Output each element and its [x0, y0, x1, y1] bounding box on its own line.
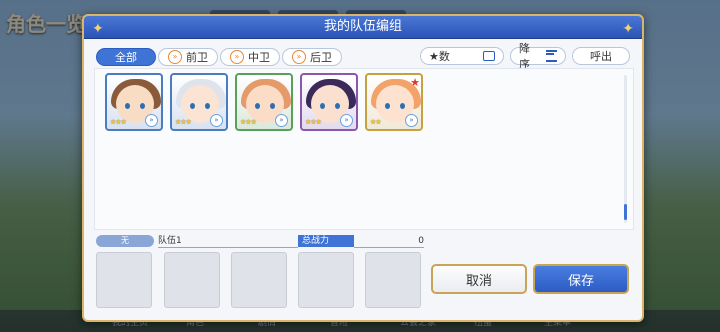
team-name: 队伍1: [158, 235, 298, 248]
character-card[interactable]: ★★★ »: [235, 73, 293, 131]
filter-mid-button[interactable]: » 中卫: [220, 48, 280, 66]
character-card[interactable]: ★★★ »: [300, 73, 358, 131]
sort-field-label: ★数: [429, 50, 450, 63]
position-icon: »: [405, 114, 418, 127]
character-eyes: [320, 103, 340, 109]
star-rating: ★★: [370, 118, 382, 126]
character-card[interactable]: ★★★ »: [105, 73, 163, 131]
roster-scrollbar-track[interactable]: [624, 75, 627, 223]
team-slot[interactable]: [231, 252, 287, 308]
character-eyes: [125, 103, 145, 109]
dialog-header: 我的队伍编组 ✦ ✦: [84, 16, 642, 39]
star-rating: ★★★: [110, 118, 127, 126]
character-card[interactable]: ★★ » ★: [365, 73, 423, 131]
team-slot[interactable]: [298, 252, 354, 308]
sort-order-button[interactable]: 降序: [510, 42, 566, 71]
team-edit-dialog: 我的队伍编组 ✦ ✦ 全部 » 前卫 » 中卫 » 后卫 ★数 降序 呼出 ★★…: [82, 14, 644, 322]
character-roster: ★★★ » ★★★ » ★★★ » ★★★ » ★★ » ★: [94, 68, 634, 230]
team-slot[interactable]: [96, 252, 152, 308]
filter-rear-button[interactable]: » 后卫: [282, 48, 342, 66]
window-icon: [483, 51, 495, 61]
total-power-value: 0: [354, 235, 424, 248]
cancel-button[interactable]: 取消: [431, 264, 527, 294]
roster-scrollbar-thumb[interactable]: [624, 204, 627, 220]
filter-label: 中卫: [248, 51, 270, 64]
save-button[interactable]: 保存: [533, 264, 629, 294]
rear-guard-icon: »: [292, 50, 306, 64]
character-eyes: [190, 103, 210, 109]
position-icon: »: [210, 114, 223, 127]
position-icon: »: [145, 114, 158, 127]
filter-all-button[interactable]: 全部: [96, 48, 156, 66]
filter-label: 后卫: [310, 51, 332, 64]
position-filter-group: 全部 » 前卫 » 中卫 » 后卫: [96, 48, 344, 66]
star-rating: ★★★: [240, 118, 257, 126]
position-icon: »: [275, 114, 288, 127]
position-icon: »: [340, 114, 353, 127]
character-eyes: [255, 103, 275, 109]
team-slot[interactable]: [365, 252, 421, 308]
filter-label: 前卫: [186, 51, 208, 64]
total-power-label: 总战力: [298, 235, 354, 247]
recall-button[interactable]: 呼出: [572, 47, 630, 65]
character-eyes: [385, 103, 405, 109]
dialog-title: 我的队伍编组: [323, 19, 402, 34]
mid-guard-icon: »: [230, 50, 244, 64]
filter-label: 全部: [115, 51, 137, 64]
sort-lines-icon: [545, 50, 557, 62]
character-card[interactable]: ★★★ »: [170, 73, 228, 131]
team-status-pill: 无: [96, 235, 154, 247]
front-guard-icon: »: [168, 50, 182, 64]
header-star-icon: ✦: [92, 21, 104, 37]
sort-field-dropdown[interactable]: ★数: [420, 47, 504, 65]
recall-label: 呼出: [590, 50, 612, 63]
star-rating: ★★★: [305, 118, 322, 126]
badge-star-icon: ★: [410, 76, 420, 89]
team-slot[interactable]: [164, 252, 220, 308]
filter-front-button[interactable]: » 前卫: [158, 48, 218, 66]
header-star-icon: ✦: [622, 21, 634, 37]
star-rating: ★★★: [175, 118, 192, 126]
